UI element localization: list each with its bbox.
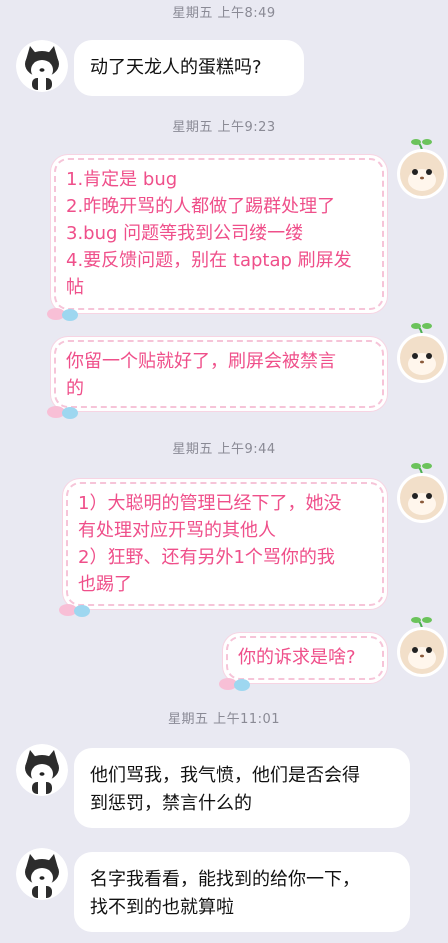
husky-avatar-icon[interactable] [16, 744, 68, 796]
message-text: 他们骂我，我气愤，他们是否会得 [90, 765, 360, 786]
message-text: 名字我看看，能找到的给你一下， [90, 869, 360, 890]
teacup-decoration-icon [44, 402, 84, 422]
message-text: 的 [66, 378, 84, 399]
message-bubble-incoming[interactable]: 动了天龙人的蛋糕吗? [74, 40, 304, 96]
message-bubble-outgoing[interactable]: 你的诉求是啥? [219, 636, 384, 691]
message-text: 1.肯定是 bug [66, 169, 178, 190]
message-text: 帖 [66, 277, 84, 298]
husky-avatar-icon[interactable] [16, 848, 68, 900]
message-bubble-incoming[interactable]: 他们骂我，我气愤，他们是否会得 到惩罚，禁言什么的 [74, 748, 410, 828]
message-text: 有处理对应开骂的其他人 [78, 520, 276, 541]
message-text: 也踢了 [78, 574, 132, 595]
message-text: 你留一个贴就好了，刷屏会被禁言 [66, 351, 336, 372]
timestamp: 星期五 上午8:49 [172, 6, 276, 21]
message-text: 2.昨晚开骂的人都做了踢群处理了 [66, 196, 336, 217]
hamster-avatar-icon[interactable] [396, 460, 448, 524]
husky-avatar-icon[interactable] [16, 40, 68, 92]
teacup-decoration-icon [216, 674, 256, 694]
message-bubble-incoming[interactable]: 名字我看看，能找到的给你一下， 找不到的也就算啦 [74, 852, 410, 932]
message-text: 2）狂野、还有另外1个骂你的我 [78, 547, 335, 568]
message-text: 3.bug 问题等我到公司缕一缕 [66, 223, 304, 244]
message-text: 找不到的也就算啦 [90, 897, 234, 918]
message-text: 1）大聪明的管理已经下了，她没 [78, 493, 342, 514]
hamster-avatar-icon[interactable] [396, 136, 448, 200]
message-bubble-outgoing[interactable]: 你留一个贴就好了，刷屏会被禁言 的 [47, 340, 384, 419]
timestamp: 星期五 上午9:23 [172, 120, 276, 135]
message-text: 4.要反馈问题，别在 taptap 刷屏发 [66, 250, 352, 271]
timestamp: 星期五 上午9:44 [172, 442, 276, 457]
teacup-decoration-icon [56, 600, 96, 620]
teacup-decoration-icon [44, 304, 84, 324]
message-bubble-outgoing[interactable]: 1.肯定是 bug 2.昨晚开骂的人都做了踢群处理了 3.bug 问题等我到公司… [47, 158, 384, 321]
message-text: 动了天龙人的蛋糕吗? [90, 57, 262, 78]
hamster-avatar-icon[interactable] [396, 614, 448, 678]
chat-window: 星期五 上午8:49 动了天龙人的蛋糕吗? 星期五 上午9:23 1.肯定是 b… [0, 0, 448, 943]
message-text: 你的诉求是啥? [238, 647, 356, 668]
timestamp: 星期五 上午11:01 [167, 712, 281, 727]
message-bubble-outgoing[interactable]: 1）大聪明的管理已经下了，她没 有处理对应开骂的其他人 2）狂野、还有另外1个骂… [59, 482, 384, 617]
message-text: 到惩罚，禁言什么的 [90, 793, 252, 814]
hamster-avatar-icon[interactable] [396, 320, 448, 384]
